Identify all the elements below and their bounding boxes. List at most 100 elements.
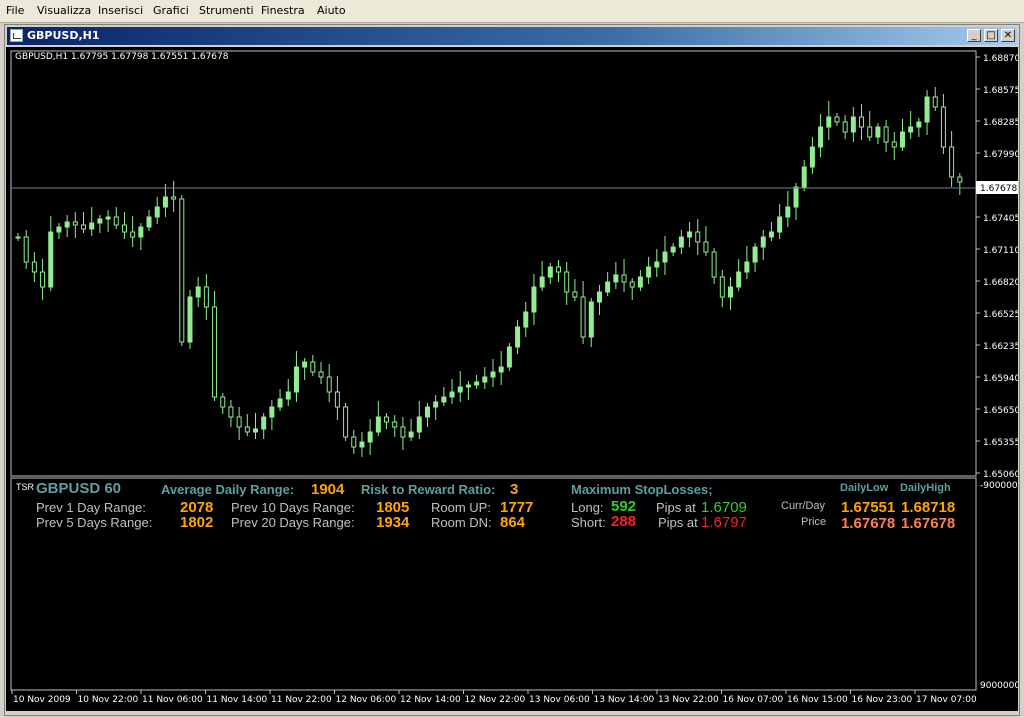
rr-label: Risk to Reward Ratio: xyxy=(361,482,496,497)
candle-body xyxy=(105,216,111,220)
time-tick-label: 11 Nov 06:00 xyxy=(142,695,203,705)
candle-body xyxy=(703,241,709,253)
candle-body xyxy=(572,291,578,298)
candle-body xyxy=(637,276,643,288)
time-tick-label: 13 Nov 06:00 xyxy=(529,695,590,705)
candle-body xyxy=(23,236,29,263)
daily-low-header: DailyLow xyxy=(840,482,889,494)
candle-body xyxy=(64,221,70,228)
window-title: GBPUSD,H1 xyxy=(27,29,100,42)
prev5-value: 1802 xyxy=(180,514,214,531)
price-tick-label: 1.67405 xyxy=(983,214,1018,224)
candle-body xyxy=(72,221,78,226)
short-label: Short: xyxy=(571,515,606,530)
candle-body xyxy=(531,286,537,313)
maximize-button[interactable]: □ xyxy=(984,29,998,42)
menu-view[interactable]: Visualizza xyxy=(37,4,91,17)
time-tick-label: 13 Nov 22:00 xyxy=(658,695,719,705)
candle-body xyxy=(465,384,471,388)
menu-tools[interactable]: Strumenti xyxy=(199,4,254,17)
candle-body xyxy=(760,236,766,248)
candle-body xyxy=(162,196,168,208)
candle-body xyxy=(916,121,922,128)
candle-body xyxy=(924,96,930,123)
candle-body xyxy=(605,281,611,293)
time-tick-label: 16 Nov 07:00 xyxy=(723,695,784,705)
time-tick-label: 11 Nov 14:00 xyxy=(207,695,268,705)
window-title-bar[interactable]: GBPUSD,H1 _ □ ✕ xyxy=(7,27,1017,45)
chart-area[interactable]: GBPUSD,H1 1.67795 1.67798 1.67551 1.6767… xyxy=(6,47,1024,711)
candle-body xyxy=(15,236,21,239)
price-chart[interactable]: GBPUSD,H1 1.67795 1.67798 1.67551 1.6767… xyxy=(6,47,1024,711)
candle-body xyxy=(179,198,185,343)
candle-body xyxy=(949,146,955,178)
price-tick-label: 1.68870 xyxy=(983,54,1018,64)
candle-body xyxy=(940,106,946,148)
candle-body xyxy=(171,196,177,200)
menu-window[interactable]: Finestra xyxy=(261,4,305,17)
candle-body xyxy=(121,224,127,233)
candle-body xyxy=(850,116,856,133)
price-tick-label: 1.65355 xyxy=(983,438,1018,448)
candle-body xyxy=(351,436,357,448)
candle-body xyxy=(908,126,914,133)
candle-body xyxy=(498,366,504,373)
candle-body xyxy=(728,286,733,298)
menu-charts[interactable]: Grafici xyxy=(153,4,189,17)
price-label: Price xyxy=(801,516,827,528)
room-dn-value: 864 xyxy=(500,514,526,531)
candle-body xyxy=(302,361,308,368)
candle-body xyxy=(768,231,774,238)
candle-body xyxy=(752,246,758,263)
short-pips-label: Pips at xyxy=(658,515,698,530)
candle-body xyxy=(809,146,815,168)
candle-body xyxy=(31,261,37,273)
candle-body xyxy=(48,231,54,288)
menu-insert[interactable]: Inserisci xyxy=(98,4,143,17)
candle-body xyxy=(56,226,62,233)
time-tick-label: 11 Nov 22:00 xyxy=(271,695,332,705)
short-value: 288 xyxy=(611,513,637,530)
menu-file[interactable]: File xyxy=(6,4,24,17)
price-tick-label: 1.68285 xyxy=(983,118,1018,128)
close-button[interactable]: ✕ xyxy=(1001,29,1015,42)
candle-body xyxy=(40,271,46,288)
candle-body xyxy=(97,218,103,224)
candle-body xyxy=(523,311,529,328)
candle-body xyxy=(539,276,545,288)
candle-body xyxy=(891,141,897,148)
candle-body xyxy=(367,431,373,443)
minimize-button[interactable]: _ xyxy=(967,29,981,42)
menu-bar: File Visualizza Inserisci Grafici Strume… xyxy=(0,0,1024,23)
candle-body xyxy=(490,371,496,378)
short-price: 1.6797 xyxy=(701,514,747,531)
prev20-value: 1934 xyxy=(376,514,410,531)
max-stoploss-label: Maximum StopLosses; xyxy=(571,482,713,497)
indicator-frame xyxy=(10,477,977,691)
candles-group xyxy=(15,87,963,457)
price-low: 1.67678 xyxy=(841,515,896,532)
chart-info-line: GBPUSD,H1 1.67795 1.67798 1.67551 1.6767… xyxy=(15,52,229,62)
price-tick-label: 1.65650 xyxy=(983,406,1018,416)
indicator-symbol: GBPUSD 60 xyxy=(36,480,122,497)
time-tick-label: 17 Nov 07:00 xyxy=(916,695,977,705)
candle-body xyxy=(826,116,832,128)
candle-body xyxy=(228,406,234,418)
candle-body xyxy=(678,236,684,248)
main-chart-frame xyxy=(10,50,977,477)
price-tick-label: 1.65940 xyxy=(983,374,1018,384)
currday-label: Curr/Day xyxy=(781,500,826,512)
candle-body xyxy=(646,266,652,278)
daily-high-header: DailyHigh xyxy=(900,482,951,494)
candle-body xyxy=(580,296,586,338)
time-tick-label: 12 Nov 22:00 xyxy=(465,695,526,705)
price-axis: 1.68870 1.68575 1.68285 1.67990 1.67405 1.671… xyxy=(976,54,1020,480)
candle-body xyxy=(113,216,119,226)
candle-body xyxy=(359,441,365,448)
current-price-label: 1.67678 xyxy=(980,184,1017,194)
price-tick-label: 1.66820 xyxy=(983,278,1018,288)
menu-help[interactable]: Aiuto xyxy=(317,4,346,17)
indicator-tag: TSR xyxy=(16,482,34,492)
candle-body xyxy=(89,222,95,230)
candle-body xyxy=(859,116,865,128)
